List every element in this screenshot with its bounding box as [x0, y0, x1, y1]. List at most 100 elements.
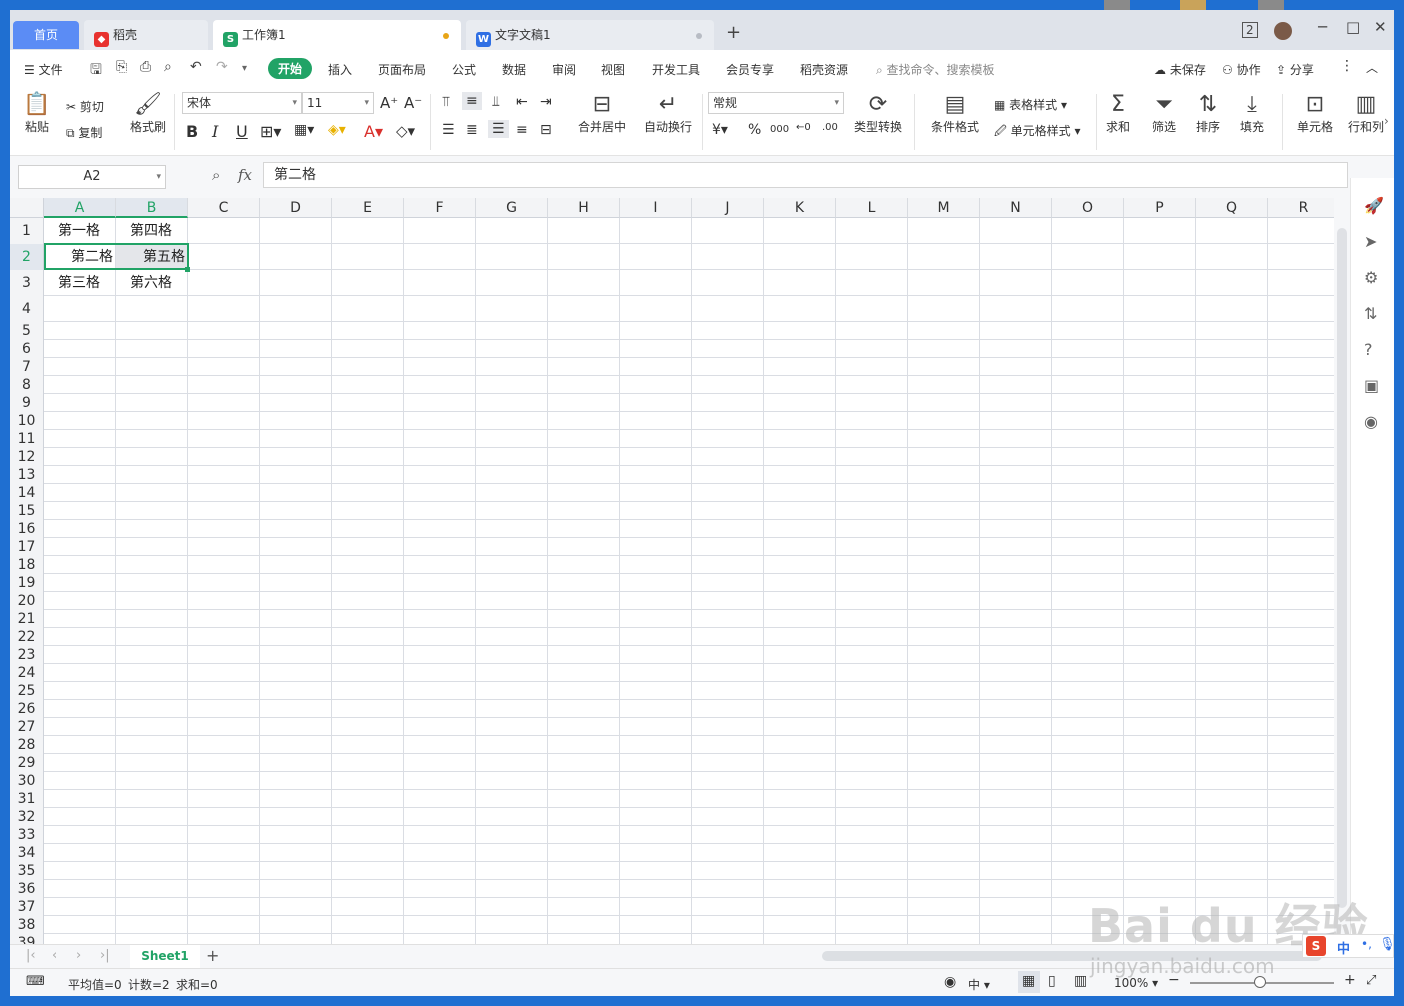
location-icon[interactable]: ◉ [1364, 412, 1378, 431]
rocket-icon[interactable]: 🚀 [1364, 196, 1384, 215]
menu-tab-member[interactable]: 会员专享 [726, 61, 774, 78]
row-header-24[interactable]: 24 [10, 664, 44, 682]
help-icon[interactable]: ? [1364, 340, 1373, 359]
thousands-icon[interactable]: 000 [770, 124, 789, 135]
row-header-17[interactable]: 17 [10, 538, 44, 556]
print-preview-icon[interactable]: ⌕ [164, 59, 172, 75]
column-header-f[interactable]: F [404, 198, 476, 218]
row-header-29[interactable]: 29 [10, 754, 44, 772]
paste-button[interactable]: 📋 粘贴 [20, 92, 54, 135]
zoom-formula-icon[interactable]: ⌕ [212, 166, 220, 184]
row-header-34[interactable]: 34 [10, 844, 44, 862]
wrap-text-button[interactable]: ↵ 自动换行 [640, 92, 696, 135]
font-name-select[interactable]: 宋体 ▾ [182, 92, 302, 114]
row-header-21[interactable]: 21 [10, 610, 44, 628]
cond-format-button[interactable]: ▤ 条件格式 [926, 92, 984, 135]
close-icon[interactable]: ✕ [1374, 18, 1387, 36]
row-header-31[interactable]: 31 [10, 790, 44, 808]
column-header-a[interactable]: A [44, 198, 116, 218]
column-header-k[interactable]: K [764, 198, 836, 218]
copy-button[interactable]: ⧉ 复制 [66, 124, 102, 141]
menu-tab-review[interactable]: 审阅 [552, 61, 576, 78]
row-header-20[interactable]: 20 [10, 592, 44, 610]
align-top-icon[interactable]: ⫪ [442, 94, 450, 110]
row-header-26[interactable]: 26 [10, 700, 44, 718]
ime-chinese-mode[interactable]: 中 [1337, 938, 1350, 957]
file-menu[interactable]: ☰ 文件 [24, 61, 63, 78]
row-header-22[interactable]: 22 [10, 628, 44, 646]
bold-icon[interactable]: B [186, 122, 198, 141]
avatar[interactable] [1274, 22, 1292, 40]
row-header-32[interactable]: 32 [10, 808, 44, 826]
more-icon[interactable]: ⋮ [1340, 58, 1354, 74]
eye-protect-icon[interactable]: ◉ [944, 974, 956, 990]
fill-color-icon[interactable]: ◈▾ [328, 122, 346, 138]
unsaved-button[interactable]: ☁ 未保存 [1154, 61, 1206, 78]
prev-sheet-icon[interactable]: ‹ [52, 948, 57, 963]
row-header-23[interactable]: 23 [10, 646, 44, 664]
underline-icon[interactable]: U [236, 122, 248, 141]
first-sheet-icon[interactable]: |‹ [26, 948, 36, 963]
percent-button[interactable]: % [748, 122, 761, 138]
row-header-2[interactable]: 2 [10, 244, 44, 270]
normal-view-icon[interactable]: ▦ [1022, 973, 1035, 989]
sum-button[interactable]: Σ 求和 [1102, 92, 1134, 135]
font-color-icon[interactable]: A▾ [364, 122, 383, 141]
number-format-select[interactable]: 常规 ▾ [708, 92, 844, 114]
column-header-d[interactable]: D [260, 198, 332, 218]
increase-decimal-icon[interactable]: ←0 [796, 122, 811, 133]
column-header-e[interactable]: E [332, 198, 404, 218]
format-painter-button[interactable]: 🖌 格式刷 [128, 92, 168, 135]
name-box[interactable]: A2 ▾ [18, 165, 166, 189]
last-sheet-icon[interactable]: ›| [100, 948, 110, 963]
undo-icon[interactable]: ↶ [190, 59, 202, 75]
column-header-g[interactable]: G [476, 198, 548, 218]
row-header-10[interactable]: 10 [10, 412, 44, 430]
redo-icon[interactable]: ↷ [216, 59, 228, 75]
font-size-select[interactable]: 11 ▾ [302, 92, 374, 114]
vertical-scrollbar[interactable] [1334, 198, 1350, 944]
row-header-35[interactable]: 35 [10, 862, 44, 880]
row-header-3[interactable]: 3 [10, 270, 44, 296]
row-header-6[interactable]: 6 [10, 340, 44, 358]
tab-home[interactable]: 首页 [13, 21, 79, 49]
row-header-5[interactable]: 5 [10, 322, 44, 340]
cell-style-button[interactable]: 🖉 单元格样式 ▾ [994, 122, 1080, 143]
next-sheet-icon[interactable]: › [76, 948, 81, 963]
row-header-19[interactable]: 19 [10, 574, 44, 592]
window-count-icon[interactable]: 2 [1242, 22, 1258, 38]
row-header-30[interactable]: 30 [10, 772, 44, 790]
row-header-37[interactable]: 37 [10, 898, 44, 916]
cells-button[interactable]: ⊡ 单元格 [1292, 92, 1338, 135]
ime-punct-icon[interactable]: •, [1361, 937, 1372, 951]
align-center-icon[interactable]: ≣ [466, 122, 478, 138]
image-tool-icon[interactable]: ▣ [1364, 376, 1379, 395]
customize-icon[interactable]: ▾ [242, 63, 247, 74]
formula-input[interactable]: 第二格 [263, 162, 1348, 188]
row-header-38[interactable]: 38 [10, 916, 44, 934]
save-icon[interactable]: 🖫 [90, 59, 102, 83]
cut-button[interactable]: ✂ 剪切 [66, 98, 104, 115]
macro-record-icon[interactable]: ⌨ [26, 974, 45, 989]
column-header-h[interactable]: H [548, 198, 620, 218]
column-header-i[interactable]: I [620, 198, 692, 218]
collab-button[interactable]: ⚇ 协作 [1222, 61, 1261, 78]
menu-tab-data[interactable]: 数据 [502, 61, 526, 78]
tab-close-dot-icon[interactable] [696, 33, 702, 39]
tab-document[interactable]: W 文字文稿1 [466, 20, 714, 50]
currency-button[interactable]: ¥▾ [712, 122, 728, 138]
row-header-9[interactable]: 9 [10, 394, 44, 412]
vertical-scroll-thumb[interactable] [1337, 228, 1347, 908]
input-mode-button[interactable]: 中 ▾ [968, 976, 990, 993]
row-header-11[interactable]: 11 [10, 430, 44, 448]
select-all-corner[interactable] [10, 198, 44, 218]
row-header-28[interactable]: 28 [10, 736, 44, 754]
border-icon[interactable]: ⊞▾ [260, 122, 281, 141]
row-header-4[interactable]: 4 [10, 296, 44, 322]
cell-b3[interactable]: 第六格 [118, 270, 185, 296]
grow-font-icon[interactable]: A⁺ [380, 94, 398, 112]
filter-button[interactable]: ⏷ 筛选 [1148, 92, 1180, 135]
cell-a3[interactable]: 第三格 [46, 270, 113, 296]
row-header-16[interactable]: 16 [10, 520, 44, 538]
row-header-1[interactable]: 1 [10, 218, 44, 244]
